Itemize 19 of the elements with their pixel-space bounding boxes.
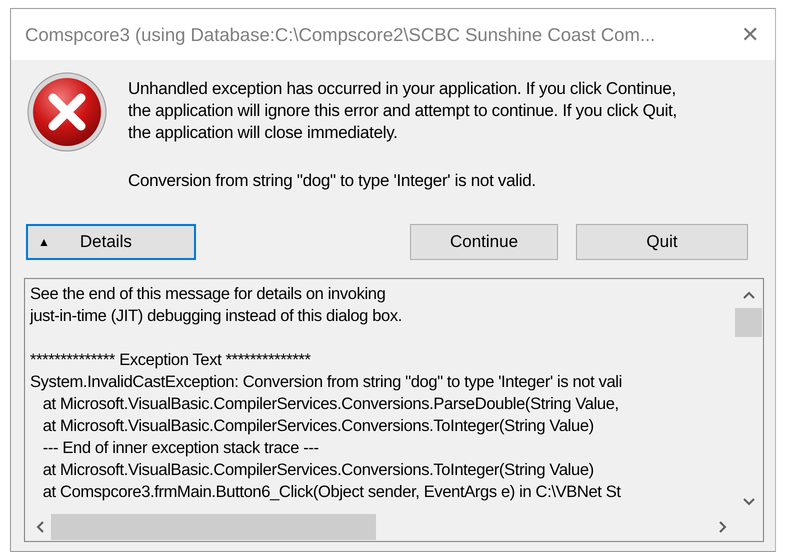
details-text-line: at Microsoft.VisualBasic.CompilerServices.Conversions.ParseDouble(String Value,: [42, 394, 620, 415]
dialog-button[interactable]: Continue: [410, 224, 558, 260]
error-icon: [26, 71, 108, 153]
details-text-line: at Microsoft.VisualBasic.CompilerServices.Conversions.ToInteger(String Value): [42, 416, 595, 437]
error-message: Unhandled exception has occurred in your application. If you click Continue, the application will ignore this error and attempt to continue. If you click Quit, the application will close immediately.: [128, 78, 678, 144]
vertical-scroll-thumb[interactable]: [735, 308, 762, 337]
details-text-line: --- End of inner exception stack trace ---: [42, 438, 320, 459]
error-message: Conversion from string "dog" to type 'Integer' is not valid.: [128, 170, 537, 192]
details-text-line: just-in-time (JIT) debugging instead of this dialog box.: [30, 306, 404, 327]
horizontal-scroll-thumb[interactable]: [51, 514, 376, 540]
details-text-line: at Microsoft.VisualBasic.CompilerServices.Conversions.ToInteger(String Value): [42, 460, 595, 481]
details-button[interactable]: ▲ Details: [26, 224, 196, 260]
dialog-button[interactable]: Quit: [576, 224, 748, 260]
details-text-line: ************** Exception Text **************: [30, 350, 312, 371]
details-text-line: See the end of this message for details on invoking: [30, 284, 386, 305]
window-title: Comspcore3 (using Database:C:\Compscore2\SCBC Sunshine Coast Com...: [25, 24, 656, 46]
close-button[interactable]: ✕: [725, 22, 775, 48]
details-text-line: System.InvalidCastException: Conversion from string "dog" to type 'Integer' is not vali: [30, 372, 623, 393]
details-text-line: at Comspcore3.frmMain.Button6_Click(Object sender, EventArgs e) in C:\VBNet St: [42, 482, 622, 503]
